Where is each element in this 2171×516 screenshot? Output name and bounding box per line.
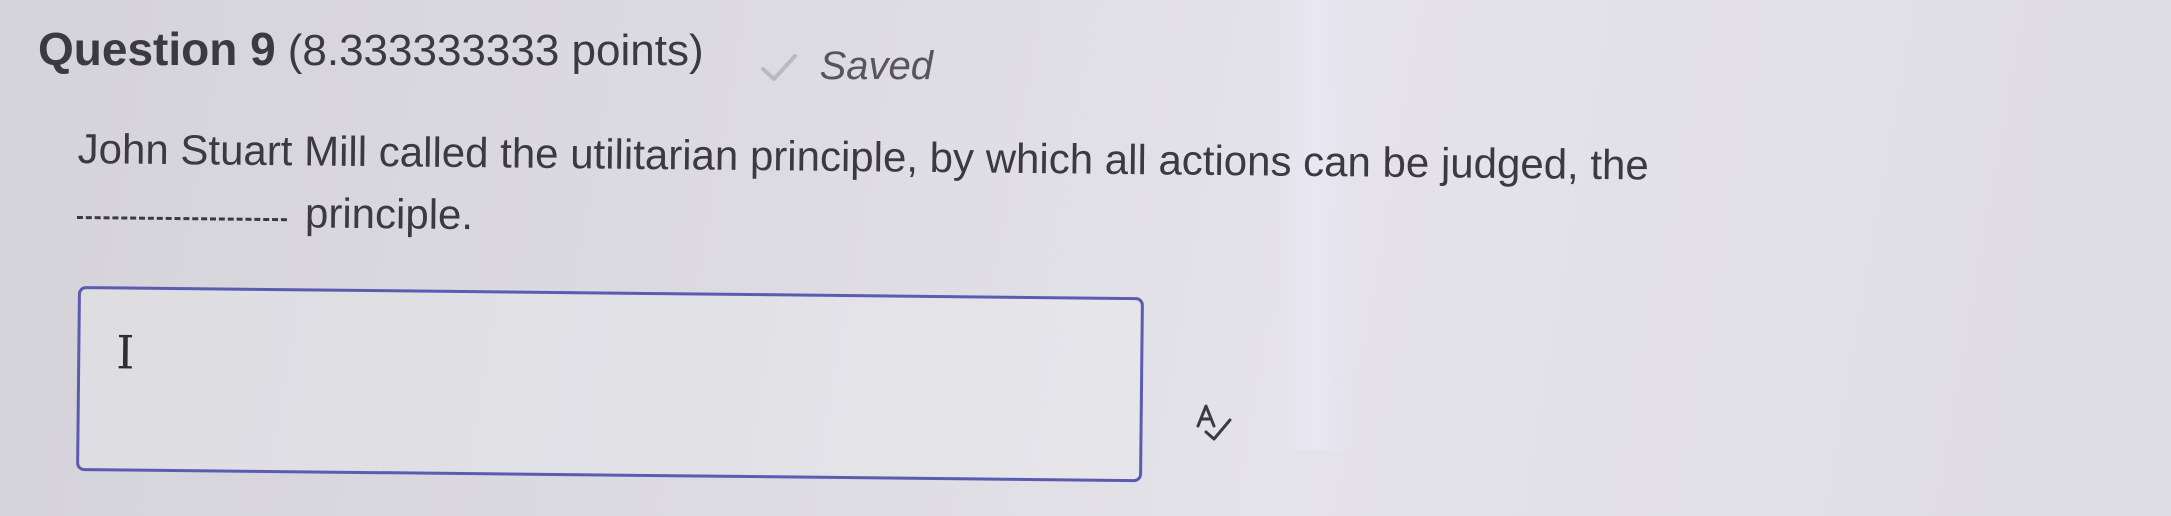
question-prompt: John Stuart Mill called the utilitarian … [76,118,1838,260]
question-header: Question 9 (8.333333333 points) Saved [38,22,933,88]
answer-box[interactable]: I [76,286,1144,483]
saved-status-text: Saved [819,44,934,88]
question-points: (8.333333333 points) [287,26,704,75]
spellcheck-icon[interactable] [1192,400,1236,444]
fill-in-blank [76,216,287,222]
question-prompt-text: John Stuart Mill called the utilitarian … [77,124,1650,189]
saved-status: Saved [760,44,933,89]
question-prompt-text-after: principle. [304,189,474,239]
question-title: Question 9 [38,23,276,75]
check-icon [760,54,797,81]
answer-input[interactable] [79,289,1141,480]
